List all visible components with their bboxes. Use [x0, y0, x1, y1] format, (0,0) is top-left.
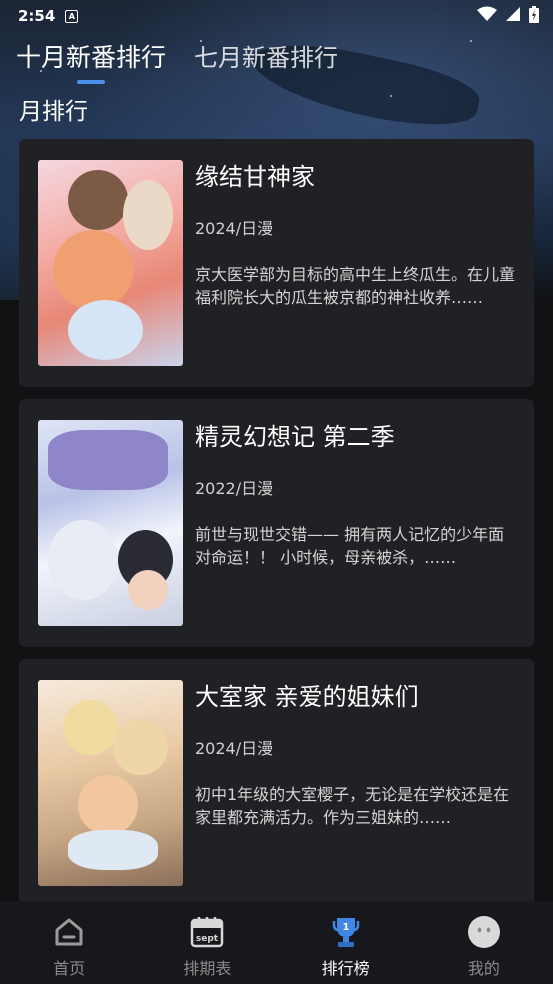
anime-cover-image — [38, 680, 183, 886]
ranking-tabs: 十月新番排行 七月新番排行 — [16, 38, 338, 84]
anime-card[interactable]: 大室家 亲爱的姐妹们 2024/日漫 初中1年级的大室樱子，无论是在学校还是在家… — [19, 659, 534, 907]
status-bar: 2:54 A — [0, 0, 553, 32]
anime-card[interactable]: 精灵幻想记 第二季 2022/日漫 前世与现世交错—— 拥有两人记忆的少年面对命… — [19, 399, 534, 647]
signal-icon — [505, 6, 521, 26]
app-screen: 2:54 A 十月新番排行 七月新番排行 月排行 缘结甘神家 2024/日漫 京… — [0, 0, 553, 984]
battery-icon — [529, 5, 539, 27]
anime-cover-image — [38, 160, 183, 366]
tab-october-ranking[interactable]: 十月新番排行 — [16, 38, 166, 84]
anime-title: 精灵幻想记 第二季 — [195, 423, 395, 451]
profile-icon — [467, 915, 501, 949]
active-tab-indicator — [77, 80, 105, 84]
section-title: 月排行 — [19, 99, 88, 125]
anime-description: 初中1年级的大室樱子，无论是在学校还是在家里都充满活力。作为三姐妹的…… — [195, 785, 510, 827]
svg-text:sept: sept — [196, 934, 219, 944]
anime-meta: 2024/日漫 — [195, 219, 274, 238]
anime-cover-image — [38, 420, 183, 626]
status-time: 2:54 — [18, 7, 56, 25]
nav-profile[interactable]: 我的 — [434, 901, 534, 979]
nav-schedule[interactable]: sept 排期表 — [157, 901, 257, 979]
nav-label: 我的 — [467, 959, 500, 978]
nav-ranking[interactable]: 1 排行榜 — [296, 901, 396, 979]
anime-meta: 2024/日漫 — [195, 739, 274, 758]
nav-label: 排行榜 — [321, 959, 370, 978]
trophy-icon: 1 — [329, 915, 363, 949]
tab-july-ranking[interactable]: 七月新番排行 — [194, 38, 338, 84]
wifi-icon — [477, 6, 497, 26]
anime-title: 大室家 亲爱的姐妹们 — [195, 683, 419, 711]
nav-label: 排期表 — [183, 959, 232, 978]
anime-card[interactable]: 缘结甘神家 2024/日漫 京大医学部为目标的高中生上终瓜生。在儿童福利院长大的… — [19, 139, 534, 387]
notification-icon: A — [65, 9, 79, 23]
anime-list: 缘结甘神家 2024/日漫 京大医学部为目标的高中生上终瓜生。在儿童福利院长大的… — [19, 139, 534, 919]
home-icon — [52, 915, 86, 949]
svg-text:1: 1 — [342, 922, 349, 933]
nav-label: 首页 — [53, 959, 86, 978]
tab-label: 十月新番排行 — [16, 43, 167, 72]
anime-description: 京大医学部为目标的高中生上终瓜生。在儿童福利院长大的瓜生被京都的神社收养…… — [195, 265, 515, 307]
anime-title: 缘结甘神家 — [195, 163, 315, 191]
calendar-icon: sept — [190, 915, 224, 949]
bottom-navigation: 首页 sept 排期表 1 排行榜 我的 — [0, 901, 553, 984]
anime-description: 前世与现世交错—— 拥有两人记忆的少年面对命运！！ 小时候，母亲被杀，…… — [195, 525, 505, 567]
nav-home[interactable]: 首页 — [19, 901, 119, 979]
tab-label: 七月新番排行 — [194, 44, 339, 72]
anime-meta: 2022/日漫 — [195, 479, 274, 498]
